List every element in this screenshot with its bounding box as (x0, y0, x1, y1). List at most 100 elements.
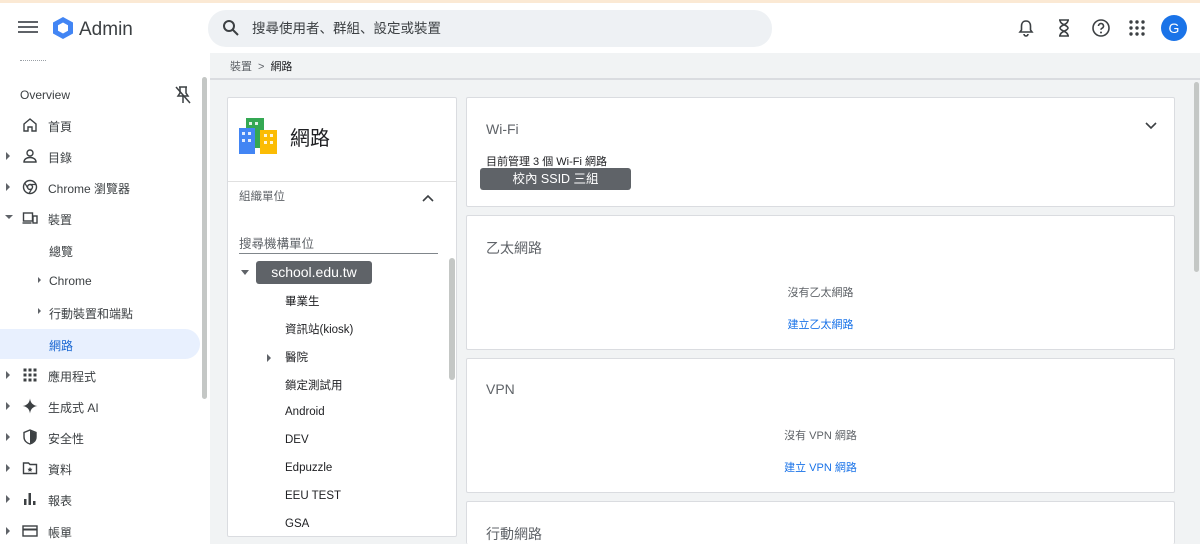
avatar[interactable]: G (1161, 15, 1187, 41)
breadcrumb-parent[interactable]: 裝置 (230, 61, 252, 73)
credit-card-icon (22, 525, 38, 537)
person-icon (23, 149, 37, 163)
org-unit-item[interactable]: 資訊站(kiosk) (285, 321, 353, 337)
sidebar-item-label: 帳單 (48, 526, 73, 540)
sidebar-item-mobile-endpoints[interactable]: 行動裝置和端點 (0, 297, 200, 327)
apps-launcher-icon[interactable] (1127, 18, 1147, 38)
chevron-up-icon[interactable] (421, 192, 435, 206)
sidebar-item-label: 網路 (49, 339, 74, 353)
breadcrumb: 裝置 > 網路 (230, 58, 292, 74)
sidebar-item-devices[interactable]: 裝置 (0, 203, 200, 233)
card-title: 行動網路 (486, 526, 542, 542)
sidebar-item-networks[interactable]: 網路 (0, 329, 200, 359)
expand-arrow-icon[interactable] (6, 152, 10, 160)
expand-arrow-icon[interactable] (6, 183, 10, 191)
vpn-card[interactable]: VPN 沒有 VPN 網路 建立 VPN 網路 (466, 358, 1175, 493)
bar-chart-icon (24, 493, 36, 505)
wifi-summary: 目前管理 3 個 Wi-Fi 網路 (486, 156, 607, 168)
search-bar[interactable] (208, 10, 772, 47)
create-ethernet-link[interactable]: 建立乙太網路 (467, 316, 1174, 332)
hourglass-tasks-icon[interactable] (1054, 18, 1074, 38)
sidebar-item-label: 總覽 (49, 245, 74, 259)
sidebar-item-apps[interactable]: 應用程式 (0, 360, 200, 390)
sidebar-item-label: Chrome 瀏覽器 (48, 182, 131, 196)
sidebar-item-reports[interactable]: 報表 (0, 484, 200, 514)
sidebar-item-directory[interactable]: 目錄 (0, 141, 200, 171)
search-input[interactable] (252, 10, 752, 47)
network-buildings-icon (239, 118, 277, 154)
apps-grid-icon (23, 368, 37, 382)
search-icon[interactable] (222, 19, 240, 37)
org-unit-item[interactable]: DEV (285, 434, 309, 446)
help-icon[interactable] (1091, 18, 1111, 38)
org-unit-item[interactable]: EEU TEST (285, 490, 341, 502)
expand-arrow-icon[interactable] (38, 277, 41, 283)
data-folder-icon (22, 462, 38, 475)
notifications-bell-icon[interactable] (1016, 18, 1036, 38)
sidebar-item-label: 行動裝置和端點 (49, 307, 134, 321)
expand-arrow-icon[interactable] (6, 464, 10, 472)
sidebar-item-label: 生成式 AI (48, 401, 99, 415)
sidebar-item-data[interactable]: 資料 (0, 453, 200, 483)
org-unit-item[interactable]: 鎖定測試用 (285, 377, 343, 393)
ssid-chip: 校內 SSID 三組 (480, 168, 631, 190)
expand-arrow-icon[interactable] (38, 308, 41, 314)
ethernet-card[interactable]: 乙太網路 沒有乙太網路 建立乙太網路 (466, 215, 1175, 350)
shield-icon (23, 429, 37, 445)
wifi-card[interactable]: Wi-Fi 目前管理 3 個 Wi-Fi 網路 校內 SSID 三組 (466, 97, 1175, 207)
collapse-arrow-icon[interactable] (241, 270, 249, 275)
org-unit-root[interactable]: school.edu.tw (256, 261, 372, 284)
breadcrumb-current: 網路 (270, 61, 293, 73)
sidebar: Overview 首頁 目錄 Chrome 瀏覽器 裝置 總覽 Chrome 行… (0, 53, 210, 544)
main-scrollbar[interactable] (1194, 82, 1199, 272)
divider (228, 181, 456, 182)
empty-state-text: 沒有乙太網路 (787, 287, 854, 299)
org-unit-item[interactable]: GSA (285, 518, 309, 530)
mobile-network-card[interactable]: 行動網路 (466, 501, 1175, 544)
panel-title: 網路 (290, 128, 330, 150)
sidebar-item-label: 首頁 (48, 120, 73, 134)
admin-logo-icon (53, 17, 73, 39)
org-unit-label: 組織單位 (239, 191, 285, 203)
sidebar-item-devices-overview[interactable]: 總覽 (0, 235, 200, 265)
devices-icon (22, 212, 38, 224)
breadcrumb-separator: > (258, 61, 265, 73)
card-title: VPN (486, 381, 515, 397)
expand-arrow-icon[interactable] (6, 402, 10, 410)
brand-name[interactable]: Admin (79, 19, 133, 41)
create-vpn-link[interactable]: 建立 VPN 網路 (467, 459, 1174, 475)
expand-arrow-icon[interactable] (6, 371, 10, 379)
org-unit-panel: 網路 組織單位 school.edu.tw 畢業生 資訊站(kiosk) 醫院 … (227, 97, 457, 537)
chrome-icon (22, 179, 38, 195)
sidebar-item-billing[interactable]: 帳單 (0, 516, 200, 544)
sidebar-item-label: 裝置 (48, 213, 73, 227)
org-unit-search-input[interactable] (239, 234, 438, 254)
expand-arrow-icon[interactable] (267, 354, 271, 362)
sidebar-scrollbar[interactable] (202, 77, 207, 399)
top-bar: Admin G (0, 3, 1200, 53)
sidebar-item-label: 應用程式 (48, 370, 97, 384)
expand-arrow-icon[interactable] (6, 495, 10, 503)
empty-state-text: 沒有 VPN 網路 (784, 430, 857, 442)
sidebar-item-label: 目錄 (48, 151, 73, 165)
sidebar-item-home[interactable]: 首頁 (0, 110, 200, 140)
sidebar-overview-label[interactable]: Overview (20, 88, 70, 102)
sidebar-item-generative-ai[interactable]: 生成式 AI (0, 391, 200, 421)
sidebar-item-chrome-browser[interactable]: Chrome 瀏覽器 (0, 172, 200, 202)
sidebar-item-security[interactable]: 安全性 (0, 422, 200, 452)
sidebar-item-label: 報表 (48, 494, 73, 508)
expand-arrow-icon[interactable] (6, 527, 10, 535)
unpin-icon[interactable] (174, 85, 192, 105)
expand-arrow-icon[interactable] (6, 433, 10, 441)
org-unit-item[interactable]: 醫院 (285, 349, 308, 365)
org-unit-item[interactable]: 畢業生 (285, 293, 320, 309)
chevron-down-icon[interactable] (1144, 118, 1158, 132)
sidebar-item-chrome-devices[interactable]: Chrome (0, 266, 200, 296)
org-tree-scrollbar[interactable] (449, 258, 455, 380)
sidebar-item-label: 資料 (48, 463, 73, 477)
collapse-arrow-icon[interactable] (5, 215, 13, 219)
org-unit-item[interactable]: Edpuzzle (285, 462, 332, 474)
card-title: Wi-Fi (486, 121, 519, 137)
org-unit-item[interactable]: Android (285, 406, 325, 418)
menu-icon[interactable] (18, 19, 38, 37)
